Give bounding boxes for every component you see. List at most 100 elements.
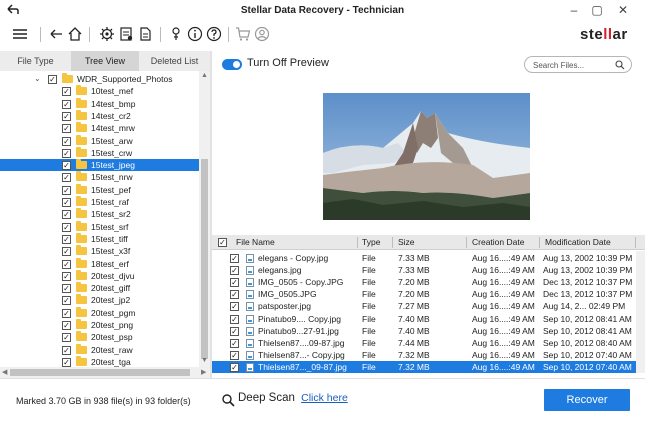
tree-folder-item[interactable]: ✓ 20test_tga (0, 355, 199, 367)
folder-checkbox[interactable]: ✓ (62, 148, 71, 158)
tree-root-folder[interactable]: ⌄ ✓ WDR_Supported_Photos (0, 73, 199, 85)
cart-icon[interactable] (235, 26, 251, 42)
search-icon[interactable] (615, 60, 625, 70)
log-file-icon[interactable] (137, 26, 153, 42)
column-header[interactable]: Modification Date (541, 235, 611, 250)
row-checkbox[interactable]: ✓ (230, 314, 239, 324)
hamburger-menu-icon[interactable] (12, 26, 28, 42)
folder-checkbox[interactable]: ✓ (62, 87, 71, 97)
tree-folder-item[interactable]: ✓ 15test_crw (0, 146, 199, 159)
tree-folder-item[interactable]: ✓ 15test_srf (0, 220, 199, 233)
tree-folder-item[interactable]: ✓ 15test_x3f (0, 245, 199, 257)
search-box[interactable] (524, 56, 632, 73)
folder-checkbox[interactable]: ✓ (62, 173, 71, 183)
tree-folder-item[interactable]: ✓ 15test_nrw (0, 171, 199, 183)
row-checkbox[interactable]: ✓ (230, 278, 239, 288)
row-checkbox[interactable]: ✓ (230, 254, 239, 263)
column-header[interactable]: File Name (232, 235, 275, 250)
row-checkbox[interactable]: ✓ (230, 338, 239, 348)
folder-checkbox[interactable]: ✓ (62, 333, 71, 343)
tree-horizontal-scrollbar[interactable]: ◀ ▶ (0, 367, 210, 378)
search-input[interactable] (533, 59, 613, 71)
table-row[interactable]: ✓ Pinatubo9.... Copy.jpg File 7.40 MB Aug 16… (212, 313, 645, 325)
account-icon[interactable] (254, 26, 270, 42)
row-checkbox[interactable]: ✓ (230, 326, 239, 336)
tree-folder-item[interactable]: ✓ 14test_bmp (0, 97, 199, 110)
folder-checkbox[interactable]: ✓ (62, 185, 71, 195)
select-all-checkbox[interactable]: ✓ (218, 238, 227, 247)
tree-folder-item[interactable]: ✓ 14test_cr2 (0, 109, 199, 122)
maximize-button[interactable]: ▢ (588, 2, 606, 18)
folder-checkbox[interactable]: ✓ (62, 210, 71, 220)
folder-checkbox[interactable]: ✓ (62, 259, 71, 269)
table-row[interactable]: ✓ IMG_0505.JPG File 7.20 MB Aug 16....:49 AM… (212, 288, 645, 300)
tree-folder-item[interactable]: ✓ 15test_sr2 (0, 208, 199, 220)
tree-folder-item[interactable]: ✓ 15test_tiff (0, 232, 199, 245)
tree-folder-item[interactable]: ✓ 20test_djvu (0, 269, 199, 282)
activation-icon[interactable] (168, 26, 184, 42)
scroll-thumb[interactable] (10, 369, 190, 376)
folder-checkbox[interactable]: ✓ (62, 296, 71, 306)
tab-tree-view[interactable]: Tree View (71, 51, 139, 71)
folder-checkbox[interactable]: ✓ (48, 75, 57, 84)
table-row[interactable]: ✓ elegans.jpg File 7.33 MB Aug 16....:49 AM A… (212, 264, 645, 276)
tree-folder-item[interactable]: ✓ 18test_erf (0, 257, 199, 270)
row-checkbox[interactable]: ✓ (230, 362, 239, 372)
table-row[interactable]: ✓ Thielsen87....09-87.jpg File 7.44 MB Aug 1… (212, 337, 645, 349)
minimize-button[interactable]: – (565, 2, 583, 18)
tree-folder-item[interactable]: ✓ 10test_mef (0, 85, 199, 97)
close-button[interactable]: ✕ (614, 2, 632, 18)
table-row[interactable]: ✓ Pinatubo9...27-91.jpg File 7.40 MB Aug 16.… (212, 325, 645, 337)
folder-checkbox[interactable]: ✓ (62, 345, 71, 355)
expand-toggle-icon[interactable]: ⌄ (34, 73, 41, 85)
column-header[interactable]: Creation Date (468, 235, 524, 250)
back-icon[interactable] (48, 26, 64, 42)
tree-folder-item[interactable]: ✓ 20test_psp (0, 331, 199, 343)
folder-checkbox[interactable]: ✓ (62, 99, 71, 109)
scroll-thumb[interactable] (201, 159, 208, 359)
tree-folder-item[interactable]: ✓ 15test_jpeg (0, 159, 199, 172)
folder-checkbox[interactable]: ✓ (62, 284, 71, 294)
row-checkbox[interactable]: ✓ (230, 302, 239, 312)
gear-icon[interactable] (99, 26, 115, 42)
table-row[interactable]: ✓ patsposter.jpg File 7.27 MB Aug 16....:49 … (212, 300, 645, 312)
preview-toggle[interactable] (222, 59, 242, 70)
tree-vertical-scrollbar[interactable]: ▲ ▼ (199, 71, 210, 367)
table-vertical-scrollbar[interactable] (636, 251, 645, 373)
folder-checkbox[interactable]: ✓ (62, 124, 71, 134)
folder-checkbox[interactable]: ✓ (62, 198, 71, 207)
save-scan-icon[interactable] (118, 26, 134, 42)
recover-button[interactable]: Recover (544, 389, 630, 411)
folder-checkbox[interactable]: ✓ (62, 161, 71, 171)
row-checkbox[interactable]: ✓ (230, 350, 239, 360)
folder-checkbox[interactable]: ✓ (62, 357, 71, 367)
folder-checkbox[interactable]: ✓ (62, 136, 71, 146)
folder-checkbox[interactable]: ✓ (62, 271, 71, 281)
help-icon[interactable] (206, 26, 222, 42)
folder-checkbox[interactable]: ✓ (62, 111, 71, 121)
deep-scan-link[interactable]: Click here (301, 392, 348, 404)
table-row[interactable]: ✓ IMG_0505 - Copy.JPG File 7.20 MB Aug 16...… (212, 276, 645, 288)
table-row[interactable]: ✓ Thielsen87..._09-87.jpg File 7.32 MB Aug 1… (212, 360, 645, 373)
tree-folder-item[interactable]: ✓ 20test_jp2 (0, 294, 199, 306)
tree-folder-item[interactable]: ✓ 15test_pef (0, 183, 199, 196)
tree-folder-item[interactable]: ✓ 14test_mrw (0, 122, 199, 134)
tree-folder-item[interactable]: ✓ 15test_arw (0, 134, 199, 147)
info-icon[interactable] (187, 26, 203, 42)
folder-checkbox[interactable]: ✓ (62, 308, 71, 318)
tree-folder-item[interactable]: ✓ 20test_png (0, 319, 199, 331)
folder-checkbox[interactable]: ✓ (62, 321, 71, 330)
folder-checkbox[interactable]: ✓ (62, 222, 71, 232)
row-checkbox[interactable]: ✓ (230, 266, 239, 276)
tab-deleted-list[interactable]: Deleted List (139, 51, 210, 71)
tree-folder-item[interactable]: ✓ 20test_pgm (0, 306, 199, 319)
tab-file-type[interactable]: File Type (0, 51, 71, 71)
tree-folder-item[interactable]: ✓ 15test_raf (0, 196, 199, 208)
column-header[interactable]: Size (394, 235, 415, 250)
table-row[interactable]: ✓ elegans - Copy.jpg File 7.33 MB Aug 16....… (212, 252, 645, 264)
tree-folder-item[interactable]: ✓ 20test_giff (0, 282, 199, 294)
tree-folder-item[interactable]: ✓ 20test_raw (0, 343, 199, 356)
table-row[interactable]: ✓ Thielsen87...- Copy.jpg File 7.32 MB Aug 1… (212, 349, 645, 361)
home-icon[interactable] (67, 26, 83, 42)
folder-checkbox[interactable]: ✓ (62, 247, 71, 257)
